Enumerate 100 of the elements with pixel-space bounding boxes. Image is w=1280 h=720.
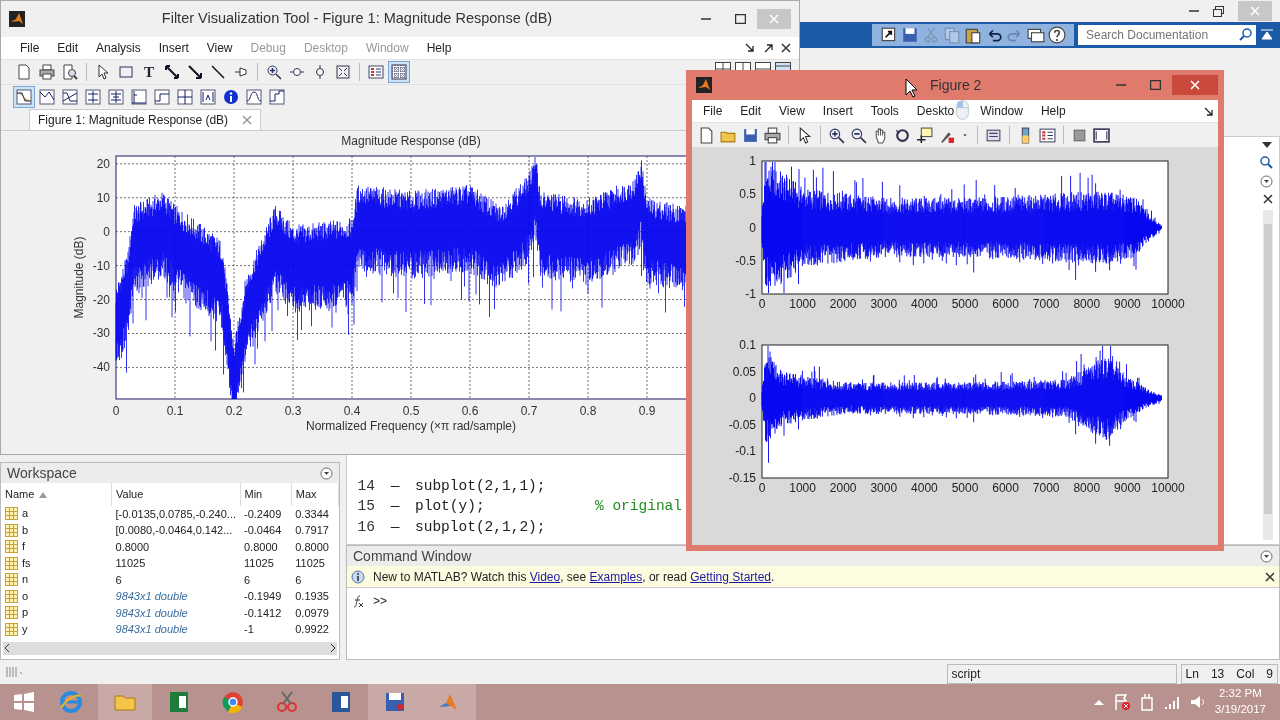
x-tick-label: 0.2 [225, 404, 243, 418]
menu-item[interactable]: File [694, 102, 732, 120]
zoom-in-icon[interactable] [828, 126, 845, 144]
coefficients-button[interactable] [197, 86, 219, 108]
menu-item[interactable]: Analysis [87, 39, 150, 57]
print-icon[interactable] [764, 126, 781, 144]
shortcut-icon[interactable] [880, 26, 898, 44]
variable-name: fs [22, 555, 31, 571]
search-icon[interactable] [1239, 28, 1252, 41]
x-tick-label: 0.8 [579, 404, 597, 418]
grid-button[interactable] [388, 61, 410, 83]
vertical-scrollbar[interactable] [1263, 210, 1273, 540]
undock-icon[interactable] [763, 43, 773, 53]
document-tab[interactable]: Figure 1: Magnitude Response (dB) [29, 109, 262, 130]
windows-icon[interactable] [1027, 26, 1045, 44]
close-icon[interactable] [781, 43, 791, 53]
print-button[interactable] [36, 61, 58, 83]
menu-item[interactable]: Window [971, 102, 1032, 120]
restore-button[interactable] [1213, 5, 1224, 17]
menu-item[interactable]: Insert [149, 39, 198, 57]
pole-zero-button[interactable] [174, 86, 196, 108]
menu-item[interactable]: Insert [813, 102, 862, 120]
window-title: Figure 2 [930, 75, 982, 95]
y-tick-label: -30 [92, 326, 110, 341]
round-off-button[interactable] [243, 86, 265, 108]
zoom-out-icon[interactable] [850, 126, 867, 144]
sort-icon[interactable] [38, 491, 49, 500]
phase-button[interactable] [36, 86, 58, 108]
text-tool-button[interactable]: T [138, 61, 160, 83]
y-axis-label: Magnitude (dB) [72, 236, 86, 319]
table-cell-text: -0.0464 [243, 523, 283, 538]
menu-item[interactable]: File [11, 39, 49, 57]
search-icon[interactable] [1259, 155, 1273, 169]
line-marker: — [389, 476, 401, 496]
column-header[interactable]: Max [291, 483, 339, 506]
x-tick-label: 9000 [1114, 297, 1141, 311]
help-icon[interactable] [1048, 26, 1066, 44]
legend-icon[interactable] [1039, 126, 1056, 144]
save-icon[interactable] [742, 126, 759, 144]
menu-item[interactable]: Edit [731, 102, 771, 120]
horizontal-scrollbar[interactable] [3, 641, 337, 655]
scroll-right-icon [329, 643, 337, 654]
phase-delay-button[interactable] [105, 86, 127, 108]
dock-icon[interactable] [745, 43, 755, 53]
table-cell-text: 0.7917 [294, 523, 330, 538]
close-icon[interactable] [1263, 194, 1273, 204]
speaker-icon[interactable] [1188, 694, 1207, 710]
menu-item[interactable]: View [197, 39, 242, 57]
x-tick-label: 1000 [789, 297, 816, 311]
grip-icon[interactable] [6, 666, 24, 678]
menu-item[interactable]: View [770, 102, 814, 120]
column-header[interactable]: Value [111, 483, 240, 506]
mag-phase-button[interactable] [59, 86, 81, 108]
options-icon[interactable] [1260, 175, 1273, 188]
link[interactable]: Getting Started [690, 569, 771, 584]
menu-item[interactable]: Help [1031, 102, 1075, 120]
x-tick-label: 3000 [870, 297, 898, 311]
menu-item[interactable]: Deskto [907, 102, 955, 120]
clock-time: 2:32 PM [1219, 686, 1262, 702]
flag-icon[interactable] [1112, 693, 1131, 711]
menu-item[interactable]: Tools [861, 102, 908, 120]
function-icon[interactable] [351, 594, 365, 608]
variable-name: a [22, 506, 29, 522]
tab-label: Figure 1: Magnitude Response (dB) [38, 112, 229, 129]
options-icon[interactable] [1260, 549, 1273, 563]
rotate-icon[interactable] [894, 126, 911, 144]
paste-icon[interactable] [964, 26, 982, 44]
disk-app-button[interactable] [368, 684, 422, 720]
magnitude-button[interactable] [13, 86, 35, 108]
phase-icon [39, 89, 55, 105]
start-icon [14, 692, 34, 712]
power-icon[interactable] [1138, 693, 1155, 711]
x-tick-label: 1000 [789, 481, 816, 495]
dock-icon[interactable] [1204, 106, 1214, 117]
group-delay-button[interactable] [82, 86, 104, 108]
x-tick-label: 0.5 [402, 404, 420, 418]
signal-icon[interactable] [1162, 694, 1181, 710]
table-cell-text: -0.1949 [243, 589, 283, 604]
collapse-icon[interactable] [1260, 28, 1274, 42]
x-tick-label: 4000 [911, 481, 938, 495]
estimate-button[interactable] [266, 86, 288, 108]
options-icon[interactable] [320, 466, 333, 480]
menu-item[interactable]: Edit [48, 39, 88, 57]
column-header[interactable]: Name [1, 483, 112, 506]
mouse-click-icon [956, 100, 970, 120]
dropdown-icon[interactable] [1261, 141, 1273, 149]
menu-item[interactable]: Help [417, 39, 461, 57]
save-icon[interactable] [901, 26, 919, 44]
new-icon[interactable] [698, 126, 715, 144]
show-hidden-icons-icon[interactable] [1092, 698, 1105, 706]
impulse-button[interactable] [128, 86, 150, 108]
table-cell-text: 0.9922 [294, 622, 330, 637]
y-tick-label: 1 [749, 154, 756, 168]
table-cell-text: 0.1935 [294, 589, 330, 604]
variable-name: b [22, 522, 29, 538]
x-tick-label: 8000 [1073, 297, 1101, 311]
x-tick-label: 0 [758, 481, 766, 495]
dock-icon[interactable] [1093, 126, 1110, 144]
close-icon[interactable] [1265, 571, 1275, 582]
column-header[interactable]: Min [240, 483, 292, 506]
